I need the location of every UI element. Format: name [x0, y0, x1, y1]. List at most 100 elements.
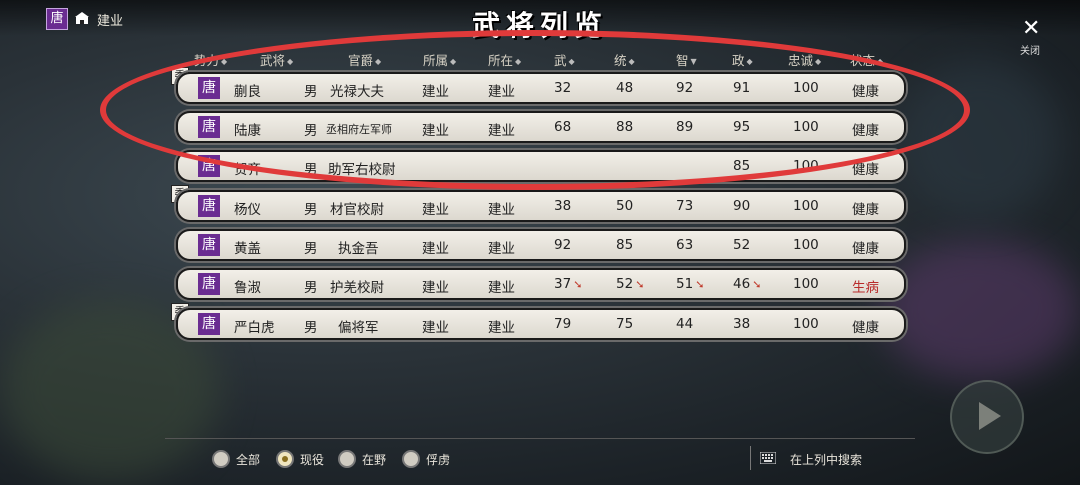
gender: 男 — [304, 280, 318, 296]
decrease-arrow-icon: ➘ — [752, 278, 762, 291]
location: 建业 — [488, 280, 515, 296]
general-name: 杨仪 — [234, 202, 261, 218]
stat-zheng: 38 — [733, 316, 751, 332]
col-header-faction[interactable]: 势力 ◆ — [194, 50, 227, 69]
stat-tong: 85 — [616, 237, 634, 253]
status: 健康 — [852, 320, 879, 336]
col-header-loyalty[interactable]: 忠诚 ◆ — [788, 50, 821, 69]
gender: 男 — [304, 320, 318, 336]
col-header-general[interactable]: 武将 ◆ — [260, 50, 293, 69]
sort-icon: ◆ — [815, 57, 822, 66]
close-label: 关闭 — [1020, 46, 1040, 57]
stat-zhi: 63 — [676, 237, 694, 253]
rank: 执金吾 — [338, 241, 379, 257]
faction-badge: 唐 — [198, 116, 220, 138]
sort-icon: ◆ — [287, 57, 294, 66]
table-header: 势力 ◆ 武将 ◆ 官爵 ◆ 所属 ◆ 所在 ◆ 武 ◆ 统 ◆ 智 ▼ 政 ◆ 忠诚 ◆ 状态 ◆ — [170, 46, 910, 68]
map-background — [900, 60, 1060, 220]
rank: 丞相府左军师 — [326, 123, 392, 136]
status: 健康 — [852, 84, 879, 100]
table-row[interactable]: 唐 严白虎 男 偏将军 建业 建业 79 75 44 38 100 健康 — [176, 308, 906, 340]
table-row[interactable]: 唐 贺齐 男 助军右校尉 85 100 健康 — [176, 150, 906, 182]
table-row[interactable]: 唐 鲁淑 男 护羌校尉 建业 建业 37 ➘ 52 ➘ 51 ➘ 46 ➘ 100 生病 — [176, 268, 906, 300]
status: 健康 — [852, 202, 879, 218]
stat-tong: 75 — [616, 316, 634, 332]
decrease-arrow-icon: ➘ — [573, 278, 583, 291]
status: 健康 — [852, 123, 879, 139]
table-row[interactable]: 唐 陆康 男 丞相府左军师 建业 建业 68 88 89 95 100 健康 — [176, 111, 906, 143]
gender: 男 — [304, 241, 318, 257]
sort-down-icon: ▼ — [690, 57, 697, 66]
status: 健康 — [852, 162, 879, 178]
location: 建业 — [488, 84, 515, 100]
divider — [750, 446, 751, 470]
general-name: 严白虎 — [234, 320, 275, 336]
filter-label: 在野 — [362, 453, 387, 467]
stat-zheng: 90 — [733, 198, 751, 214]
stat-zheng: 85 — [733, 158, 751, 174]
stat-zheng: 46 ➘ — [733, 276, 762, 292]
col-header-belong[interactable]: 所属 ◆ — [423, 50, 456, 69]
table-row[interactable]: 唐 杨仪 男 材官校尉 建业 建业 38 50 73 90 100 健康 — [176, 190, 906, 222]
col-header-wu[interactable]: 武 ◆ — [554, 50, 575, 69]
filter-label: 现役 — [300, 453, 325, 467]
faction-badge: 唐 — [198, 155, 220, 177]
table-row[interactable]: 唐 蒯良 男 光禄大夫 建业 建业 32 48 92 91 100 健康 — [176, 72, 906, 104]
rank: 偏将军 — [338, 320, 379, 336]
belong: 建业 — [422, 84, 449, 100]
stat-zheng: 95 — [733, 119, 751, 135]
sort-icon: ◆ — [877, 57, 884, 66]
stat-wu: 37 ➘ — [554, 276, 583, 292]
loyalty: 100 — [793, 237, 819, 253]
loyalty: 100 — [793, 198, 819, 214]
close-icon: ✕ — [1022, 16, 1041, 41]
location: 建业 — [488, 202, 515, 218]
sort-icon: ◆ — [375, 57, 382, 66]
close-button[interactable]: ✕ 关闭 — [1002, 12, 1064, 64]
gender: 男 — [304, 123, 318, 139]
stat-tong: 48 — [616, 80, 634, 96]
stat-wu: 68 — [554, 119, 572, 135]
status: 生病 — [852, 280, 879, 296]
loyalty: 100 — [793, 119, 819, 135]
loyalty: 100 — [793, 80, 819, 96]
faction-badge: 唐 — [198, 195, 220, 217]
general-name: 陆康 — [234, 123, 261, 139]
rank: 材官校尉 — [330, 202, 384, 218]
loyalty: 100 — [793, 158, 819, 174]
rank: 护羌校尉 — [330, 280, 384, 296]
stat-zheng: 91 — [733, 80, 751, 96]
table-row[interactable]: 唐 黄盖 男 执金吾 建业 建业 92 85 63 52 100 健康 — [176, 229, 906, 261]
sort-icon: ◆ — [746, 57, 753, 66]
col-header-zhi[interactable]: 智 ▼ — [676, 50, 697, 69]
col-header-status[interactable]: 状态 ◆ — [850, 50, 883, 69]
stat-wu: 38 — [554, 198, 572, 214]
sort-icon: ◆ — [515, 57, 522, 66]
col-header-tong[interactable]: 统 ◆ — [614, 50, 635, 69]
col-header-rank[interactable]: 官爵 ◆ — [348, 50, 381, 69]
stat-zhi: 44 — [676, 316, 694, 332]
rank: 光禄大夫 — [330, 84, 384, 100]
col-header-zheng[interactable]: 政 ◆ — [732, 50, 753, 69]
location: 建业 — [488, 241, 515, 257]
sort-icon: ◆ — [221, 57, 228, 66]
stat-zhi: 73 — [676, 198, 694, 214]
gender: 男 — [304, 84, 318, 100]
filter-label: 全部 — [236, 453, 261, 467]
stat-tong: 52 ➘ — [616, 276, 645, 292]
col-header-location[interactable]: 所在 ◆ — [488, 50, 521, 69]
faction-badge: 唐 — [198, 273, 220, 295]
play-button[interactable] — [950, 380, 1024, 454]
divider — [165, 438, 915, 439]
search-label: 在上列中搜索 — [790, 453, 863, 467]
loyalty: 100 — [793, 316, 819, 332]
stat-tong: 50 — [616, 198, 634, 214]
stat-zhi: 51 ➘ — [676, 276, 705, 292]
stat-wu: 92 — [554, 237, 572, 253]
belong: 建业 — [422, 123, 449, 139]
decrease-arrow-icon: ➘ — [635, 278, 645, 291]
keyboard-icon — [760, 452, 776, 464]
faction-badge: 唐 — [198, 234, 220, 256]
location: 建业 — [488, 123, 515, 139]
location: 建业 — [488, 320, 515, 336]
